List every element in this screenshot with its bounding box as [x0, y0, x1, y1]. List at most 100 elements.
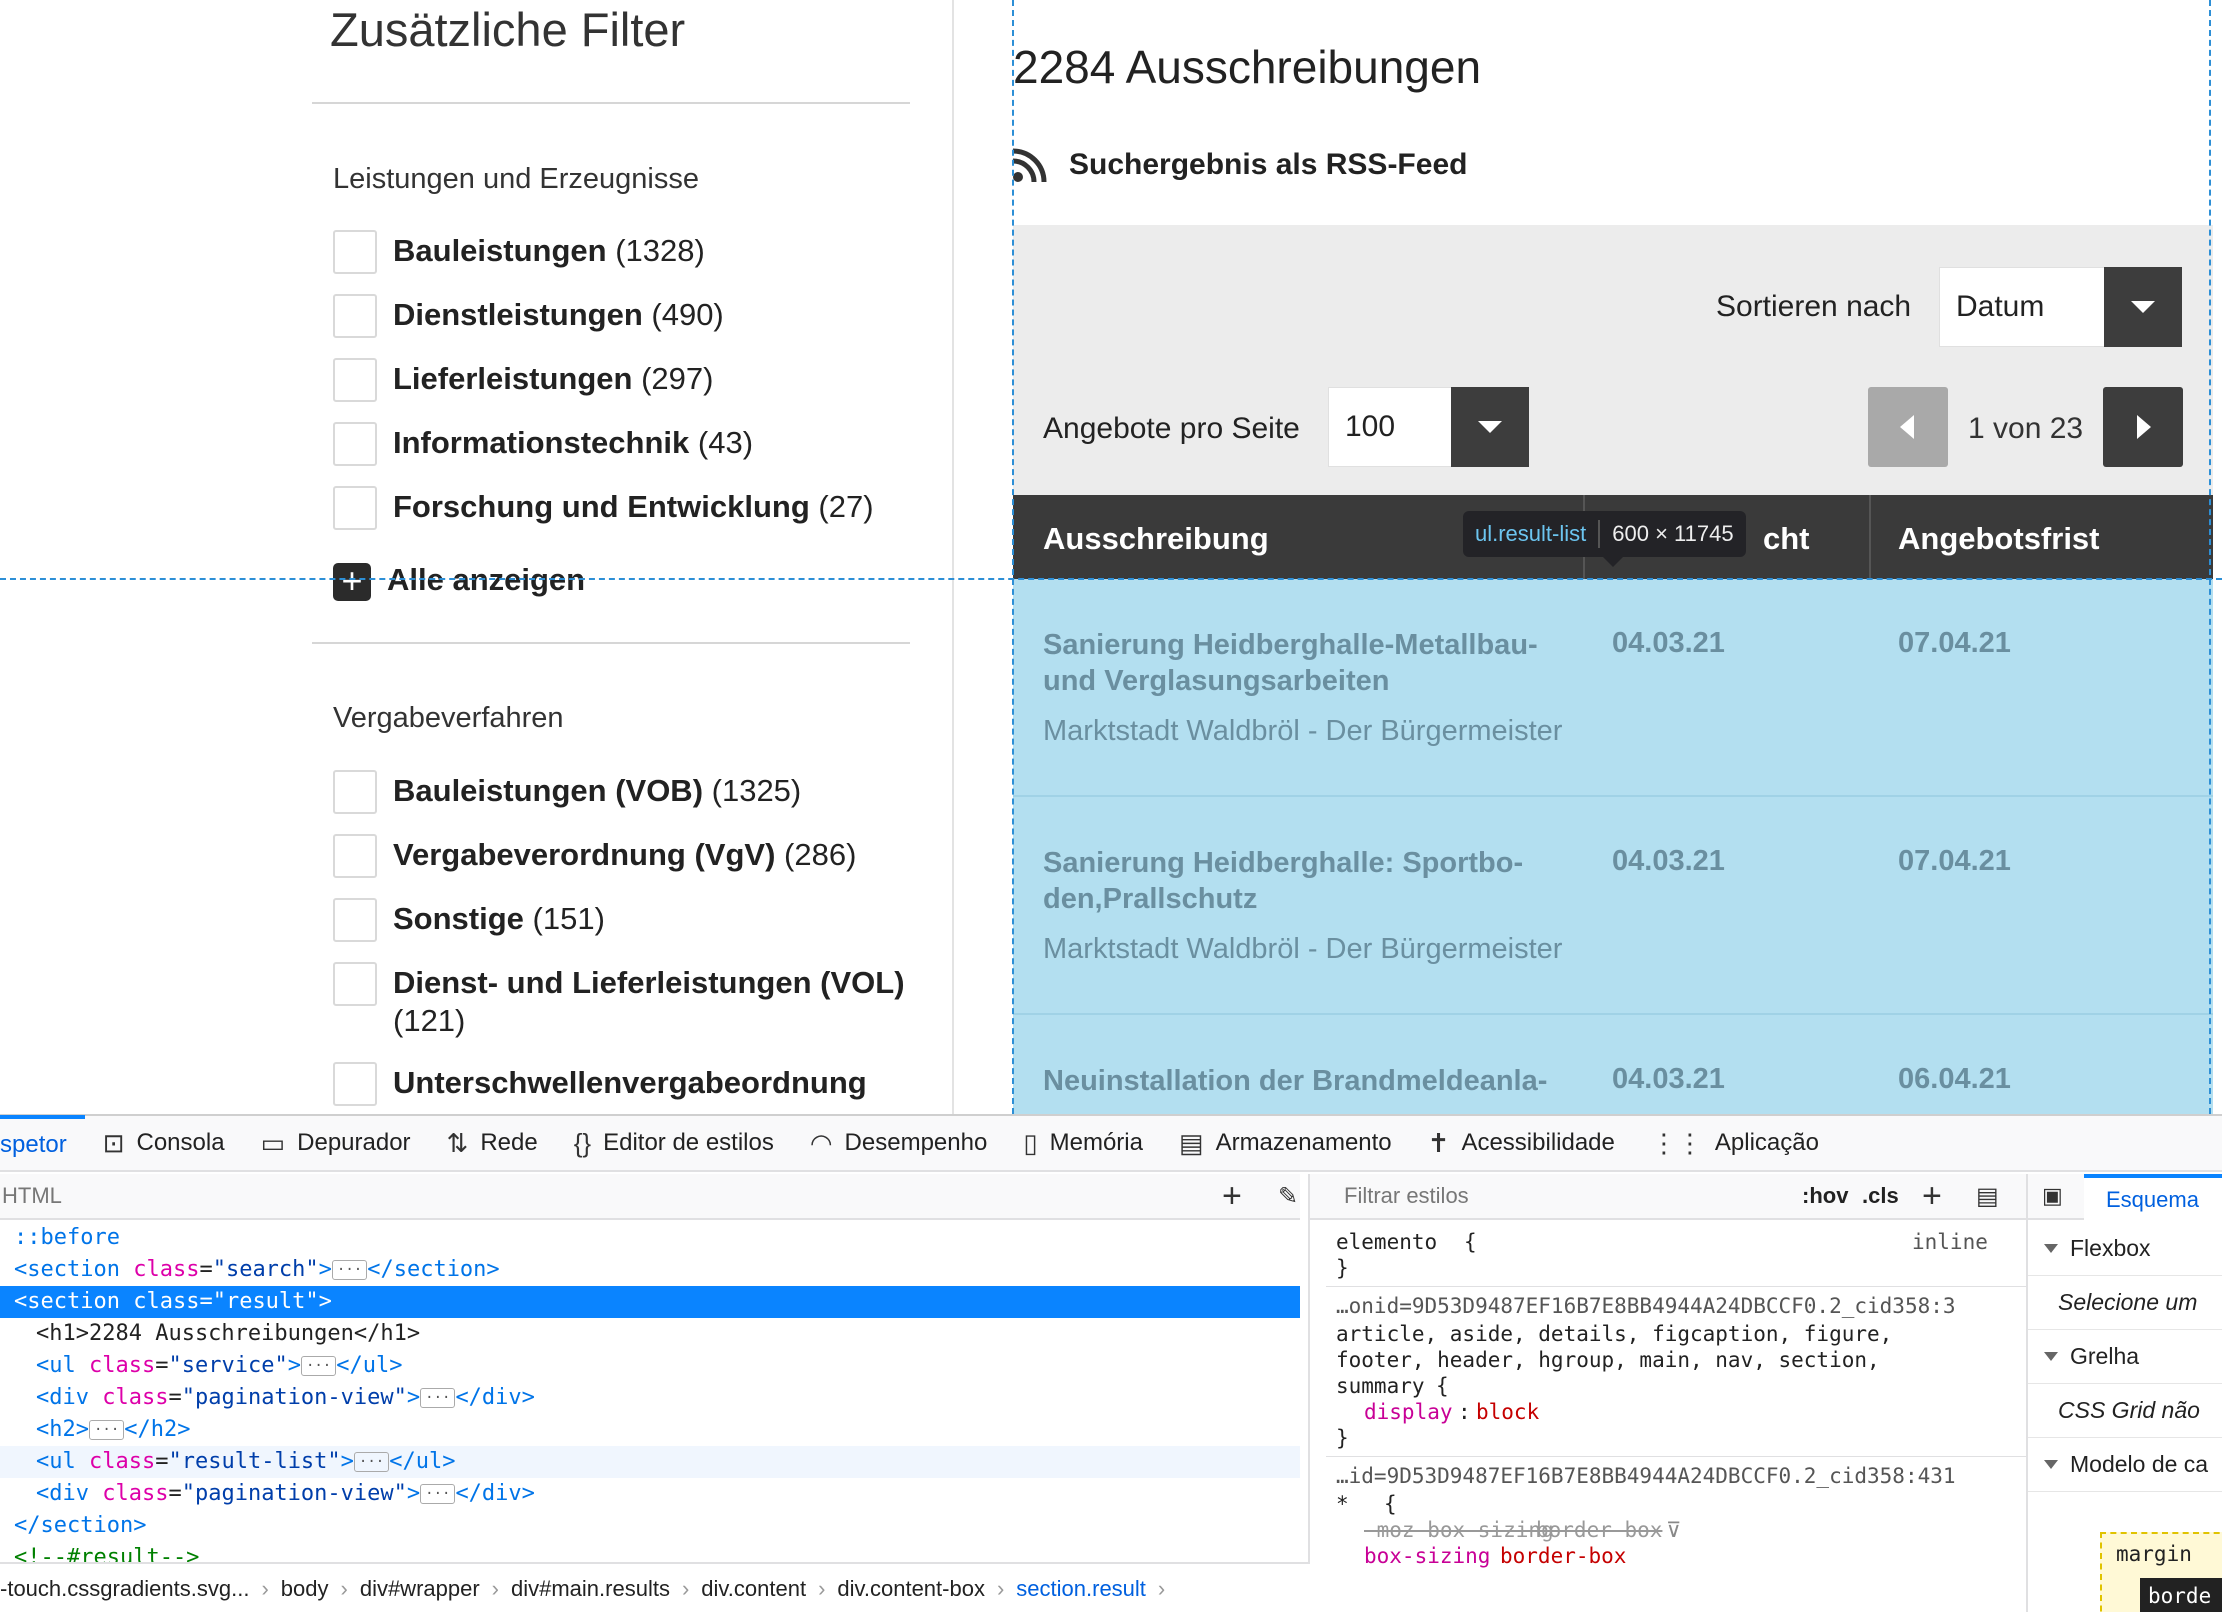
tree-node-selected[interactable]: <section class="result">	[0, 1286, 1300, 1318]
pane-splitter[interactable]	[1308, 1174, 1310, 1612]
checkbox[interactable]	[333, 770, 377, 814]
table-row[interactable]: Sanierung Heidberghalle: Sportbo-den,Pra…	[1013, 797, 2213, 1015]
tab-memory[interactable]: ▯ Memória	[1005, 1115, 1161, 1171]
filter-option[interactable]: Unterschwellenvergabeordnung	[333, 1062, 867, 1106]
tree-comment[interactable]: <!--#result-->	[0, 1542, 1300, 1562]
checkbox[interactable]	[333, 358, 377, 402]
highlighter-tooltip: ul.result-list 600 × 11745	[1463, 511, 1746, 567]
property-name-overridden[interactable]: -moz-box-sizing	[1364, 1518, 1554, 1542]
filter-option[interactable]: Bauleistungen (1328)	[333, 230, 705, 274]
breadcrumb-item[interactable]: div#main.results	[511, 1576, 670, 1602]
tender-title[interactable]: Sanierung Heidberghalle-Metallbau-und Ve…	[1043, 627, 1573, 699]
column-header[interactable]: Angebotsfrist	[1898, 521, 2100, 557]
tab-application[interactable]: ⋮⋮ Aplicação	[1633, 1115, 1837, 1171]
rule-selector[interactable]: article, aside, details, figcaption, fig…	[1336, 1322, 1892, 1346]
filter-option[interactable]: Lieferleistungen (297)	[333, 358, 713, 402]
tab-console[interactable]: ⊡ Consola	[85, 1115, 243, 1171]
rule-source-link[interactable]: …onid=9D53D9487EF16B7E8BB4944A24DBCCF0.2…	[1336, 1294, 1956, 1318]
table-row[interactable]: Neuinstallation der Brandmeldeanla- 04.0…	[1013, 1015, 2213, 1114]
flexbox-section-header[interactable]: Flexbox	[2028, 1222, 2222, 1276]
checkbox[interactable]	[333, 422, 377, 466]
breadcrumb-item[interactable]: -touch.cssgradients.svg...	[0, 1576, 249, 1602]
tree-node[interactable]: ::before	[0, 1222, 1300, 1254]
property-value[interactable]: block	[1476, 1400, 1539, 1424]
filter-option[interactable]: Dienst- und Lieferleistungen (VOL) (121)	[333, 962, 913, 1040]
tab-network[interactable]: ⇅ Rede	[429, 1115, 556, 1171]
breadcrumb-item[interactable]: div.content-box	[837, 1576, 985, 1602]
grid-section-header[interactable]: Grelha	[2028, 1330, 2222, 1384]
rule-selector[interactable]: footer, header, hgroup, main, nav, secti…	[1336, 1348, 1880, 1372]
prev-page-button[interactable]	[1868, 387, 1948, 467]
checkbox[interactable]	[333, 962, 377, 1006]
table-row[interactable]: Sanierung Heidberghalle-Metallbau-und Ve…	[1013, 579, 2213, 797]
tree-node[interactable]: <ul class="service"> ··· </ul>	[0, 1350, 1300, 1382]
filter-option[interactable]: Informationstechnik (43)	[333, 422, 753, 466]
filter-icon[interactable]: ⊽	[1666, 1518, 1681, 1542]
filter-option[interactable]: Vergabeverordnung (VgV) (286)	[333, 834, 856, 878]
filter-option[interactable]: Dienstleistungen (490)	[333, 294, 724, 338]
breadcrumb-item-current[interactable]: section.result	[1016, 1576, 1146, 1602]
tree-node[interactable]: </section>	[0, 1510, 1300, 1542]
tab-performance[interactable]: ◠ Desempenho	[792, 1115, 1005, 1171]
tab-debugger[interactable]: ▭ Depurador	[243, 1115, 429, 1171]
styles-filter-input[interactable]: Filtrar estilos	[1310, 1183, 1469, 1209]
layout-view: Flexbox Selecione um Grelha CSS Grid não…	[2028, 1222, 2222, 1612]
property-value[interactable]: border-box	[1500, 1544, 1626, 1568]
property-name[interactable]: box-sizing	[1364, 1544, 1490, 1568]
property-name[interactable]: display	[1364, 1400, 1453, 1424]
print-media-icon[interactable]: ▤	[1976, 1182, 1999, 1211]
tree-node[interactable]: <div class="pagination-view"> ··· </div>	[0, 1382, 1300, 1414]
add-node-icon[interactable]: +	[1222, 1177, 1242, 1216]
filter-option[interactable]: Bauleistungen (VOB) (1325)	[333, 770, 801, 814]
tree-node[interactable]: <h2> ··· </h2>	[0, 1414, 1300, 1446]
add-rule-icon[interactable]: +	[1922, 1177, 1942, 1216]
breadcrumb-item[interactable]: div.content	[701, 1576, 806, 1602]
rss-feed-link[interactable]: Suchergebnis als RSS-Feed	[1013, 148, 1467, 182]
toggle-sidebar-icon[interactable]: ▣	[2028, 1183, 2063, 1209]
debugger-icon: ▭	[260, 1127, 286, 1158]
eyedropper-icon[interactable]: ✎	[1278, 1182, 1298, 1211]
rule-selector[interactable]: summary	[1336, 1374, 1425, 1398]
markup-tree: ::before <section class="search"> ··· </se…	[0, 1222, 1300, 1562]
column-header[interactable]: cht	[1763, 521, 1810, 557]
style-editor-icon: {}	[573, 1127, 592, 1158]
per-page-select[interactable]: 100	[1328, 387, 1529, 467]
tab-storage[interactable]: ▤ Armazenamento	[1161, 1115, 1410, 1171]
next-page-button[interactable]	[2103, 387, 2183, 467]
html-search-input[interactable]: HTML	[0, 1183, 62, 1209]
column-header[interactable]: Ausschreibung	[1043, 521, 1269, 557]
checkbox[interactable]	[333, 1062, 377, 1106]
rule-selector[interactable]: *	[1336, 1492, 1349, 1516]
hov-toggle[interactable]: :hov	[1802, 1183, 1848, 1209]
show-all-button[interactable]: + Alle anzeigen	[333, 561, 585, 601]
tab-label: Rede	[480, 1129, 538, 1156]
cls-toggle[interactable]: .cls	[1862, 1183, 1899, 1209]
tree-node[interactable]: <section class="search"> ··· </section>	[0, 1254, 1300, 1286]
rule-source-link[interactable]: …id=9D53D9487EF16B7E8BB4944A24DBCCF0.2_c…	[1336, 1464, 1956, 1488]
filter-option[interactable]: Sonstige (151)	[333, 898, 605, 942]
checkbox[interactable]	[333, 834, 377, 878]
filter-option-count: (297)	[641, 361, 714, 396]
tab-inspector[interactable]: spetor	[0, 1115, 85, 1171]
checkbox[interactable]	[333, 486, 377, 530]
checkbox[interactable]	[333, 294, 377, 338]
breadcrumb-item[interactable]: body	[281, 1576, 329, 1602]
boxmodel-section-header[interactable]: Modelo de ca	[2028, 1438, 2222, 1492]
property-value-overridden[interactable]: border-box	[1536, 1518, 1662, 1542]
results-toolbar: Sortieren nach Datum Angebote pro Seite …	[1013, 225, 2213, 495]
breadcrumb-item[interactable]: div#wrapper	[360, 1576, 480, 1602]
tree-node[interactable]: <div class="pagination-view"> ··· </div>	[0, 1478, 1300, 1510]
tender-title[interactable]: Neuinstallation der Brandmeldeanla-	[1043, 1063, 1573, 1099]
tab-accessibility[interactable]: ✝ Acessibilidade	[1410, 1115, 1633, 1171]
tab-style-editor[interactable]: {} Editor de estilos	[556, 1115, 792, 1171]
checkbox[interactable]	[333, 230, 377, 274]
per-page-label: Angebote pro Seite	[1043, 412, 1300, 445]
tender-title[interactable]: Sanierung Heidberghalle: Sportbo-den,Pra…	[1043, 845, 1573, 917]
filter-option[interactable]: Forschung und Entwicklung (27)	[333, 486, 874, 530]
tab-layout[interactable]: Esquema	[2084, 1174, 2222, 1220]
tree-node[interactable]: <h1>2284 Ausschreibungen</h1>	[0, 1318, 1300, 1350]
sort-select[interactable]: Datum	[1939, 267, 2182, 347]
tree-node-hovered[interactable]: <ul class="result-list"> ··· </ul>	[0, 1446, 1300, 1478]
checkbox[interactable]	[333, 898, 377, 942]
element-rule-selector[interactable]: elemento	[1336, 1230, 1437, 1254]
